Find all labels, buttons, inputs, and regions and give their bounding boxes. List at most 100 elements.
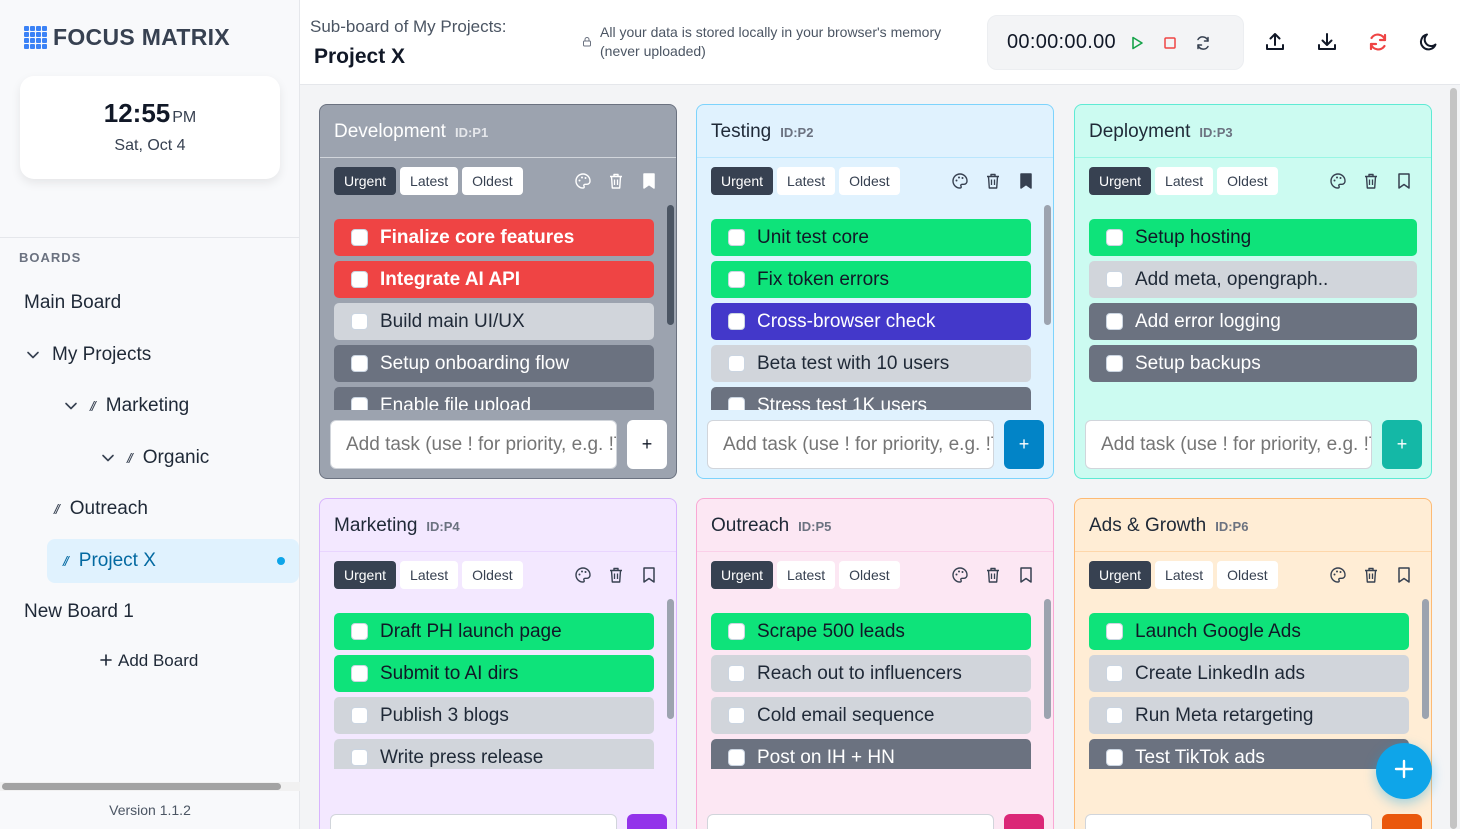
task-checkbox[interactable] [1106, 229, 1123, 246]
trash-icon[interactable] [607, 171, 625, 191]
add-board-button[interactable]: Add Board [100, 651, 198, 671]
task-checkbox[interactable] [728, 749, 745, 766]
task-checkbox[interactable] [351, 271, 368, 288]
bookmark-icon[interactable] [640, 565, 658, 585]
palette-icon[interactable] [951, 171, 969, 191]
task-item[interactable]: Draft PH launch page [334, 613, 654, 650]
palette-icon[interactable] [574, 565, 592, 585]
palette-icon[interactable] [1329, 171, 1347, 191]
add-task-input[interactable] [1085, 814, 1372, 829]
bookmark-icon[interactable] [640, 171, 658, 191]
reset-icon[interactable] [1191, 31, 1215, 55]
scrollbar-thumb[interactable] [667, 205, 674, 325]
sort-latest-button[interactable]: Latest [777, 167, 836, 195]
task-item[interactable]: Launch Google Ads [1089, 613, 1409, 650]
sidebar-item-project-x[interactable]: // Project X [47, 539, 299, 583]
scrollbar-thumb[interactable] [667, 599, 674, 719]
trash-icon[interactable] [607, 565, 625, 585]
sort-oldest-button[interactable]: Oldest [462, 167, 523, 195]
task-item[interactable]: Enable file upload [334, 387, 654, 410]
palette-icon[interactable] [951, 565, 969, 585]
column-header[interactable]: Ads & Growth ID:P6 [1089, 515, 1248, 537]
chevron-down-icon[interactable] [24, 346, 42, 364]
sort-latest-button[interactable]: Latest [777, 561, 836, 589]
task-checkbox[interactable] [351, 623, 368, 640]
add-task-button[interactable]: + [1382, 814, 1422, 829]
sidebar-item-marketing[interactable]: // Marketing [62, 384, 189, 428]
task-item[interactable]: Beta test with 10 users [711, 345, 1031, 382]
sort-urgent-button[interactable]: Urgent [1089, 167, 1152, 195]
sort-urgent-button[interactable]: Urgent [334, 167, 397, 195]
trash-icon[interactable] [984, 565, 1002, 585]
add-column-fab[interactable] [1376, 743, 1432, 799]
sort-urgent-button[interactable]: Urgent [711, 167, 774, 195]
task-item[interactable]: Add meta, opengraph.. [1089, 261, 1417, 298]
task-checkbox[interactable] [351, 665, 368, 682]
task-checkbox[interactable] [728, 271, 745, 288]
add-task-button[interactable]: + [627, 814, 667, 829]
task-item[interactable]: Scrape 500 leads [711, 613, 1031, 650]
task-checkbox[interactable] [1106, 355, 1123, 372]
chevron-down-icon[interactable] [99, 449, 117, 467]
task-list-scrollbar[interactable] [1044, 599, 1051, 805]
task-list-scrollbar[interactable] [667, 599, 674, 805]
task-checkbox[interactable] [351, 397, 368, 410]
task-checkbox[interactable] [728, 707, 745, 724]
scrollbar-thumb[interactable] [2, 783, 281, 790]
sort-urgent-button[interactable]: Urgent [711, 561, 774, 589]
sort-oldest-button[interactable]: Oldest [839, 167, 900, 195]
sort-urgent-button[interactable]: Urgent [334, 561, 397, 589]
task-item[interactable]: Setup onboarding flow [334, 345, 654, 382]
palette-icon[interactable] [574, 171, 592, 191]
task-checkbox[interactable] [728, 355, 745, 372]
task-checkbox[interactable] [351, 229, 368, 246]
add-task-input[interactable] [330, 814, 617, 829]
task-checkbox[interactable] [351, 749, 368, 766]
add-task-input[interactable] [330, 420, 617, 469]
column-header[interactable]: Outreach ID:P5 [711, 515, 831, 537]
bookmark-icon[interactable] [1017, 565, 1035, 585]
task-item[interactable]: Stress test 1K users [711, 387, 1031, 410]
add-task-button[interactable]: + [1004, 420, 1044, 469]
scrollbar-thumb[interactable] [1422, 599, 1429, 719]
task-item[interactable]: Integrate AI API [334, 261, 654, 298]
sort-oldest-button[interactable]: Oldest [1217, 167, 1278, 195]
task-checkbox[interactable] [728, 313, 745, 330]
task-item[interactable]: Cross-browser check [711, 303, 1031, 340]
task-list-scrollbar[interactable] [1044, 205, 1051, 411]
chevron-down-icon[interactable] [62, 397, 80, 415]
sidebar-item-organic[interactable]: // Organic [99, 436, 209, 480]
column-header[interactable]: Development ID:P1 [334, 121, 488, 143]
task-item[interactable]: Cold email sequence [711, 697, 1031, 734]
trash-icon[interactable] [1362, 171, 1380, 191]
task-item[interactable]: Publish 3 blogs [334, 697, 654, 734]
task-checkbox[interactable] [1106, 313, 1123, 330]
column-header[interactable]: Testing ID:P2 [711, 121, 813, 143]
moon-icon[interactable] [1416, 29, 1442, 55]
sort-oldest-button[interactable]: Oldest [1217, 561, 1278, 589]
sidebar-item-outreach[interactable]: // Outreach [54, 487, 148, 531]
bookmark-icon[interactable] [1395, 565, 1413, 585]
add-task-input[interactable] [707, 420, 994, 469]
task-checkbox[interactable] [728, 397, 745, 410]
board-vertical-scrollbar[interactable] [1449, 88, 1458, 829]
task-item[interactable]: Build main UI/UX [334, 303, 654, 340]
upload-icon[interactable] [1262, 29, 1288, 55]
task-item[interactable]: Submit to AI dirs [334, 655, 654, 692]
scrollbar-thumb[interactable] [1044, 205, 1051, 325]
trash-icon[interactable] [984, 171, 1002, 191]
task-checkbox[interactable] [351, 355, 368, 372]
sidebar-item-my-projects[interactable]: My Projects [24, 333, 151, 377]
sidebar-item-main-board[interactable]: Main Board [24, 281, 121, 325]
task-checkbox[interactable] [351, 707, 368, 724]
task-item[interactable]: Test TikTok ads [1089, 739, 1409, 769]
task-item[interactable]: Setup backups [1089, 345, 1417, 382]
sync-icon[interactable] [1365, 29, 1391, 55]
sort-urgent-button[interactable]: Urgent [1089, 561, 1152, 589]
task-item[interactable]: Reach out to influencers [711, 655, 1031, 692]
task-item[interactable]: Finalize core features [334, 219, 654, 256]
app-logo[interactable]: FOCUS MATRIX [24, 24, 230, 51]
column-header[interactable]: Marketing ID:P4 [334, 515, 460, 537]
task-item[interactable]: Setup hosting [1089, 219, 1417, 256]
task-checkbox[interactable] [1106, 271, 1123, 288]
